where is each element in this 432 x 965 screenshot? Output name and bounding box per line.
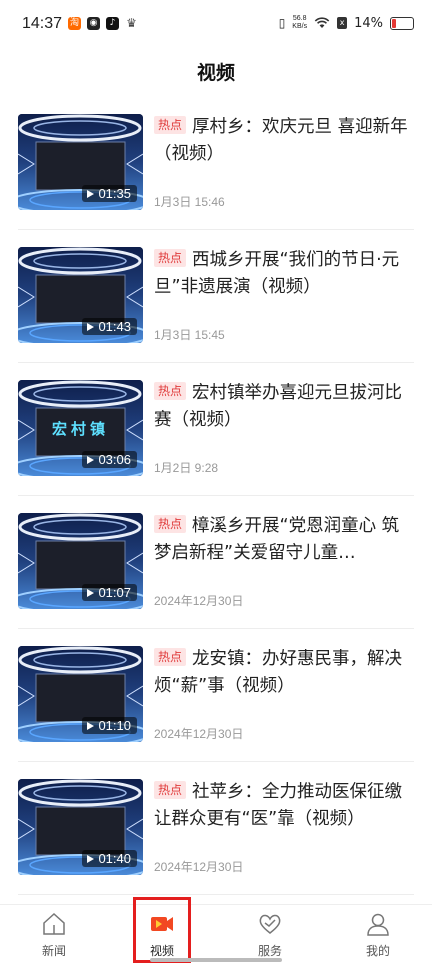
- hot-tag: 热点: [154, 648, 187, 666]
- news-title-text: 厚村乡：欢庆元旦 喜迎新年（视频）: [154, 117, 408, 164]
- news-title[interactable]: 热点 西城乡开展“我们的节日·元旦”非遗展演（视频）: [154, 247, 416, 301]
- nav-label-service: 服务: [257, 944, 282, 958]
- nav-item-news[interactable]: 新闻: [0, 905, 108, 965]
- video-duration: 01:35: [82, 185, 137, 202]
- network-speed-value: 56.8: [292, 15, 307, 22]
- tiktok-icon: ♪: [106, 17, 119, 30]
- network-speed: 56.8 KB/s: [292, 15, 307, 31]
- page-title: 视频: [196, 62, 235, 84]
- nav-label-mine: 我的: [365, 944, 390, 958]
- duration-text: 01:10: [98, 718, 131, 733]
- video-thumbnail[interactable]: 01:40: [18, 779, 143, 875]
- video-duration: 01:40: [82, 850, 137, 867]
- duration-text: 01:43: [98, 319, 131, 334]
- play-icon: [87, 855, 95, 863]
- status-right: ▯ 56.8 KB/s x 14%: [279, 15, 414, 31]
- news-title[interactable]: 热点 宏村镇举办喜迎元旦拔河比赛（视频）: [154, 380, 416, 434]
- news-title[interactable]: 热点 龙安镇：办好惠民事，解决烦“薪”事（视频）: [154, 646, 416, 700]
- highlight-box: [133, 897, 191, 963]
- news-date: 1月3日 15:46: [154, 195, 225, 209]
- news-item[interactable]: 01:10 热点 龙安镇：办好惠民事，解决烦“薪”事（视频） 2024年12月30…: [18, 629, 414, 762]
- news-item[interactable]: 01:35 热点 厚村乡：欢庆元旦 喜迎新年（视频） 1月3日 15:46: [18, 97, 414, 230]
- news-title[interactable]: 热点 厚村乡：欢庆元旦 喜迎新年（视频）: [154, 114, 416, 168]
- network-speed-unit: KB/s: [292, 23, 308, 30]
- hot-tag: 热点: [154, 382, 187, 400]
- video-duration: 03:06: [82, 451, 137, 468]
- news-title-text: 社苹乡：全力推动医保征缴 让群众更有“医”靠（视频）: [154, 782, 403, 829]
- news-item-text[interactable]: 热点 厚村乡：欢庆元旦 喜迎新年（视频）: [154, 114, 416, 168]
- status-time: 14:37: [22, 15, 63, 32]
- status-app-icons: 淘 ◉ ♪ ♛: [68, 17, 138, 30]
- vibrate-icon: ▯: [278, 16, 286, 30]
- news-title-text: 宏村镇举办喜迎元旦拔河比赛（视频）: [154, 383, 403, 430]
- video-thumbnail[interactable]: 01:10: [18, 646, 143, 742]
- news-date: 1月2日 9:28: [154, 461, 219, 475]
- news-item[interactable]: 宏村镇 03:06 热点 宏村镇举办喜迎元旦拔河比赛（视频） 1月2日 9:28: [18, 363, 414, 496]
- user-icon: [367, 913, 389, 936]
- video-duration: 01:07: [82, 584, 137, 601]
- sim-icon: x: [337, 17, 348, 29]
- play-icon: [87, 323, 95, 331]
- news-item-text[interactable]: 热点 社苹乡：全力推动医保征缴 让群众更有“医”靠（视频）: [154, 779, 416, 833]
- play-icon: [87, 190, 95, 198]
- nav-item-mine[interactable]: 我的: [324, 905, 432, 965]
- news-item[interactable]: 01:07 热点 樟溪乡开展“党恩润童心 筑梦启新程”关爱留守儿童… 2024年1…: [18, 496, 414, 629]
- play-icon: [87, 456, 95, 464]
- news-title[interactable]: 热点 樟溪乡开展“党恩润童心 筑梦启新程”关爱留守儿童…: [154, 513, 416, 567]
- heart-icon: [259, 914, 281, 934]
- cat-icon: ◉: [87, 17, 100, 30]
- nav-item-service[interactable]: 服务: [216, 905, 324, 965]
- wifi-icon: [314, 17, 330, 28]
- news-item-text[interactable]: 热点 龙安镇：办好惠民事，解决烦“薪”事（视频）: [154, 646, 416, 700]
- thumbnail-caption: 宏村镇: [51, 420, 109, 438]
- video-thumbnail[interactable]: 01:35: [18, 114, 143, 210]
- news-item-text[interactable]: 热点 西城乡开展“我们的节日·元旦”非遗展演（视频）: [154, 247, 416, 301]
- news-title-text: 西城乡开展“我们的节日·元旦”非遗展演（视频）: [154, 250, 400, 297]
- bottom-nav: 新闻 视频 服务 我的: [0, 904, 432, 965]
- news-item-text[interactable]: 热点 宏村镇举办喜迎元旦拔河比赛（视频）: [154, 380, 416, 434]
- hot-tag: 热点: [154, 249, 187, 267]
- video-thumbnail[interactable]: 01:43: [18, 247, 143, 343]
- crown-icon: ♛: [126, 16, 137, 30]
- video-duration: 01:10: [82, 717, 137, 734]
- video-thumbnail[interactable]: 01:07: [18, 513, 143, 609]
- hot-tag: 热点: [154, 515, 187, 533]
- duration-text: 01:07: [98, 585, 131, 600]
- video-thumbnail[interactable]: 宏村镇 03:06: [18, 380, 143, 476]
- duration-text: 01:35: [98, 186, 131, 201]
- news-title-text: 樟溪乡开展“党恩润童心 筑梦启新程”关爱留守儿童…: [154, 516, 400, 563]
- news-title[interactable]: 热点 社苹乡：全力推动医保征缴 让群众更有“医”靠（视频）: [154, 779, 416, 833]
- video-duration: 01:43: [82, 318, 137, 335]
- news-date: 1月3日 15:45: [154, 328, 225, 342]
- news-item[interactable]: 01:40 热点 社苹乡：全力推动医保征缴 让群众更有“医”靠（视频） 2024年…: [18, 762, 414, 895]
- nav-label-news: 新闻: [41, 944, 66, 958]
- play-icon: [87, 722, 95, 730]
- hot-tag: 热点: [154, 116, 187, 134]
- taobao-icon: 淘: [68, 17, 81, 30]
- news-date: 2024年12月30日: [154, 860, 244, 874]
- status-bar: 14:37 淘 ◉ ♪ ♛ ▯ 56.8 KB/s x 14%: [0, 0, 432, 52]
- news-title-text: 龙安镇：办好惠民事，解决烦“薪”事（视频）: [154, 649, 403, 696]
- battery-icon: [390, 16, 414, 30]
- home-indicator: [150, 958, 282, 962]
- news-list: 01:35 热点 厚村乡：欢庆元旦 喜迎新年（视频） 1月3日 15:46 01…: [0, 97, 432, 895]
- news-item[interactable]: 01:43 热点 西城乡开展“我们的节日·元旦”非遗展演（视频） 1月3日 15:…: [18, 230, 414, 363]
- home-icon: [43, 912, 65, 935]
- battery-percent: 14%: [354, 15, 383, 31]
- duration-text: 03:06: [98, 452, 131, 467]
- duration-text: 01:40: [98, 851, 131, 866]
- news-item-text[interactable]: 热点 樟溪乡开展“党恩润童心 筑梦启新程”关爱留守儿童…: [154, 513, 416, 567]
- play-icon: [87, 589, 95, 597]
- hot-tag: 热点: [154, 781, 187, 799]
- news-date: 2024年12月30日: [154, 594, 244, 608]
- news-date: 2024年12月30日: [154, 727, 244, 741]
